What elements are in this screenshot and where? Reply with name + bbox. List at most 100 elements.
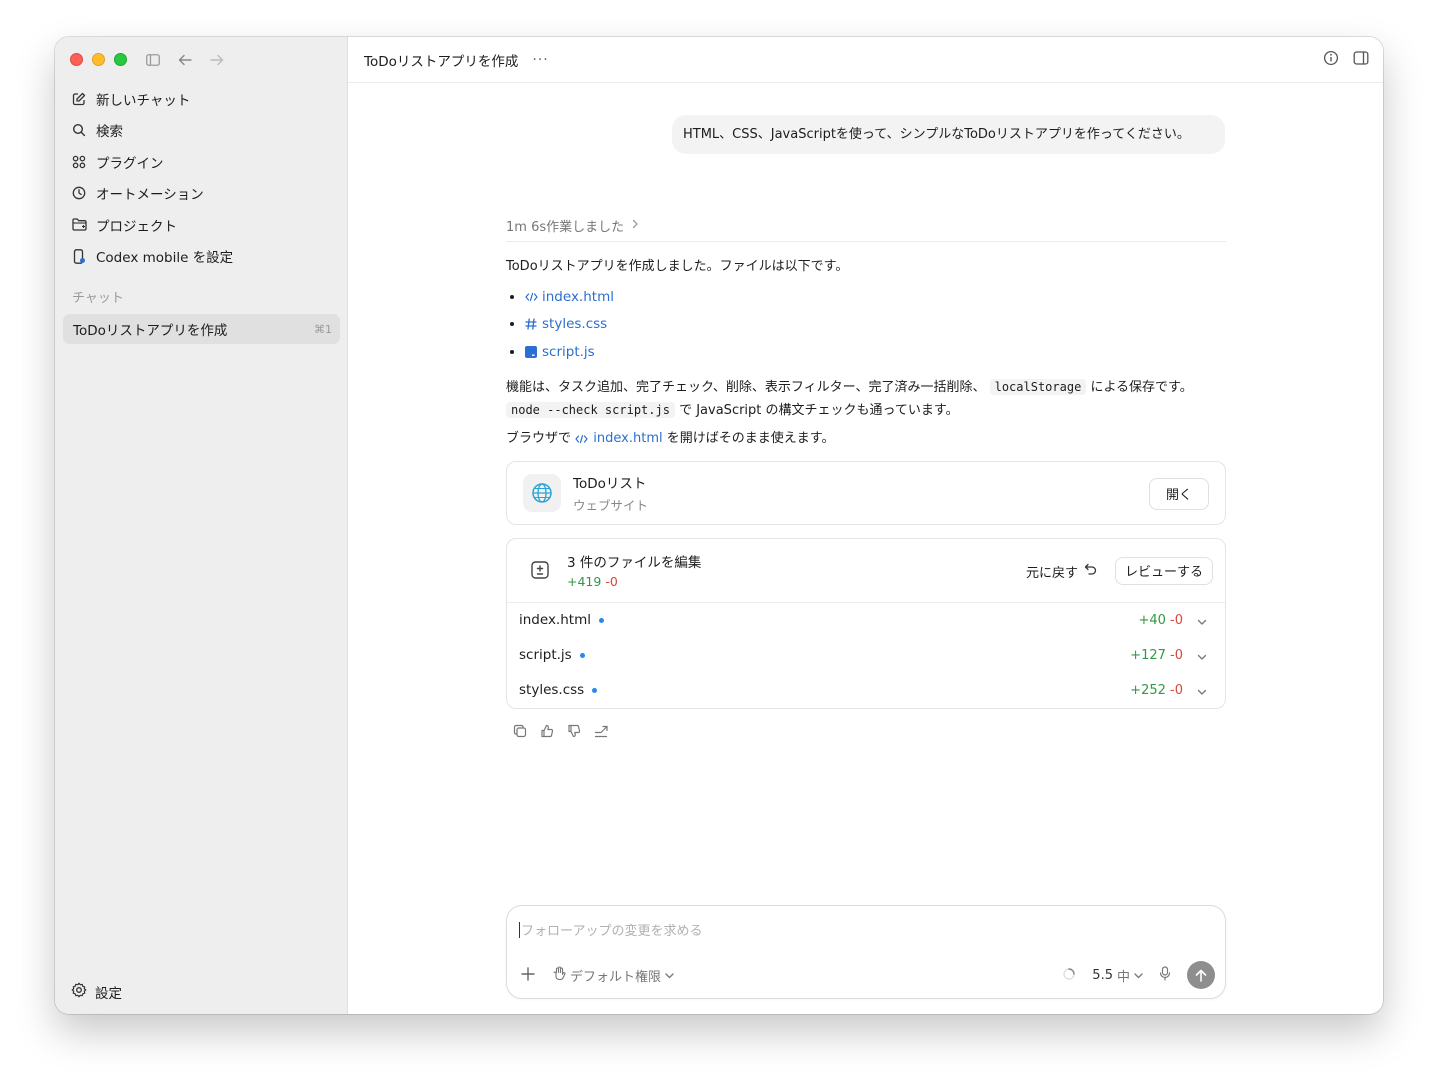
additions-count: +127 [1130, 647, 1166, 663]
clock-icon [71, 185, 87, 201]
js-icon [524, 345, 538, 359]
composer-right-controls: 5.5 中 [1062, 961, 1215, 989]
sidebar-item-label: 新しいチャット [96, 92, 191, 109]
open-preview-button[interactable]: 開く [1149, 477, 1209, 510]
arrow-up-icon [1195, 969, 1207, 982]
chevron-down-icon[interactable] [1197, 649, 1207, 665]
table-row[interactable]: styles.css +252 -0 [507, 673, 1225, 708]
open-hint-text: ブラウザで [506, 430, 572, 446]
chevron-right-icon [632, 218, 639, 233]
chevron-down-icon [665, 968, 674, 983]
features-text: 機能は、タスク追加、完了チェック、削除、表示フィルター、完了済み一括削除、 [506, 379, 986, 395]
thumbs-down-icon[interactable] [566, 723, 582, 739]
edited-file-name: index.html [519, 612, 591, 628]
review-button[interactable]: レビューする [1115, 556, 1213, 585]
bullet [510, 322, 514, 327]
model-version: 5.5 [1092, 967, 1113, 983]
chat-title: ToDoリストアプリを作成 [73, 323, 228, 339]
plugins-icon [71, 154, 87, 170]
html-icon [575, 434, 589, 448]
sidebar-item-codex-mobile[interactable]: Codex mobile を設定 [63, 241, 339, 273]
response-open-hint: ブラウザで index.html を開けばそのまま使えます。 [506, 428, 1226, 449]
file-diff-stats: +40 -0 [1138, 613, 1183, 628]
sidebar-item-new-chat[interactable]: 新しいチャット [63, 83, 339, 115]
unsaved-dot [598, 617, 604, 623]
panel-toggle-icon[interactable] [1353, 50, 1369, 70]
list-item: index.html [506, 283, 1226, 311]
back-arrow-icon[interactable] [175, 50, 195, 70]
chat-shortcut: ⌘1 [314, 322, 332, 336]
file-link-index-html[interactable]: index.html [542, 289, 614, 305]
model-selector[interactable]: 5.5 中 [1092, 966, 1143, 985]
inline-code-localstorage: localStorage [989, 378, 1087, 395]
thumbs-up-icon[interactable] [539, 723, 555, 739]
message-actions [506, 723, 1226, 739]
chevron-down-icon[interactable] [1197, 684, 1207, 700]
forward-arrow-icon[interactable] [207, 50, 227, 70]
additions-count: +252 [1130, 682, 1166, 698]
sidebar: 新しいチャット 検索 プラグイン オートメーション プロジェクト Codex m… [55, 37, 348, 1014]
file-link-styles-css[interactable]: styles.css [542, 316, 607, 332]
plus-icon[interactable] [521, 966, 535, 985]
send-button[interactable] [1187, 961, 1215, 989]
gear-icon [71, 982, 87, 1002]
list-item: styles.css [506, 311, 1226, 339]
table-row[interactable]: script.js +127 -0 [507, 638, 1225, 673]
file-link-index-html-inline[interactable]: index.html [593, 431, 662, 446]
reasoning-effort: 中 [1116, 969, 1130, 985]
undo-label: 元に戻す [1025, 565, 1078, 581]
file-link-script-js[interactable]: script.js [542, 344, 595, 360]
zoom-window-button[interactable] [114, 53, 127, 66]
app-window: 新しいチャット 検索 プラグイン オートメーション プロジェクト Codex m… [55, 37, 1383, 1014]
sidebar-item-label: Codex mobile を設定 [96, 250, 234, 267]
composer: フォローアップの変更を求める デフォルト権限 5.5 中 [506, 905, 1226, 999]
deletions-count: -0 [1170, 647, 1183, 663]
search-icon [71, 122, 87, 138]
sidebar-toggle-icon[interactable] [143, 50, 163, 70]
assistant-response: 1m 6s作業しました ToDoリストアプリを作成しました。ファイルは以下です。… [506, 213, 1226, 739]
phone-icon [71, 248, 87, 264]
hash-icon [524, 317, 538, 331]
new-chat-icon [71, 91, 87, 107]
user-message-bubble: HTML、CSS、JavaScriptを使って、シンプルなToDoリストアプリを… [672, 115, 1225, 154]
undo-button[interactable]: 元に戻す [1026, 562, 1097, 581]
close-window-button[interactable] [70, 53, 83, 66]
sidebar-item-automation[interactable]: オートメーション [63, 178, 339, 210]
settings-label: 設定 [95, 986, 122, 1002]
permission-dropdown[interactable]: デフォルト権限 [553, 966, 674, 985]
bullet [510, 349, 514, 354]
sidebar-item-projects[interactable]: プロジェクト [63, 209, 339, 241]
website-preview-card: ToDoリスト ウェブサイト 開く [506, 460, 1226, 525]
more-options-button[interactable]: ··· [532, 52, 548, 68]
edited-files-summary: 3 件のファイルを編集 +419 -0 [567, 551, 701, 589]
sidebar-item-label: プラグイン [96, 155, 164, 172]
sidebar-item-search[interactable]: 検索 [63, 115, 339, 147]
share-icon[interactable] [593, 723, 609, 739]
work-duration-toggle[interactable]: 1m 6s作業しました [506, 213, 1226, 237]
folder-icon [71, 217, 87, 233]
minimize-window-button[interactable] [92, 53, 105, 66]
sidebar-chat-item[interactable]: ToDoリストアプリを作成 ⌘1 [63, 314, 340, 344]
table-row[interactable]: index.html +40 -0 [507, 603, 1225, 638]
open-hint-text-end: を開けばそのまま使えます。 [666, 430, 835, 446]
preview-subtitle: ウェブサイト [573, 497, 649, 513]
info-icon[interactable] [1323, 50, 1339, 70]
file-list: index.html styles.css script.js [506, 283, 1226, 366]
settings-button[interactable]: 設定 [71, 982, 122, 1002]
preview-title: ToDoリスト [573, 475, 647, 492]
diff-file-icon [527, 557, 553, 583]
sidebar-item-label: 検索 [96, 124, 123, 141]
microphone-icon[interactable] [1159, 965, 1171, 985]
chevron-down-icon[interactable] [1197, 614, 1207, 630]
copy-icon[interactable] [512, 723, 528, 739]
features-text-end: による保存です。 [1090, 379, 1193, 395]
additions-count: +419 [567, 574, 602, 589]
topbar: ToDoリストアプリを作成 ··· [348, 37, 1383, 83]
deletions-count: -0 [1170, 612, 1183, 628]
unsaved-dot [592, 687, 598, 693]
sidebar-item-label: プロジェクト [96, 218, 177, 235]
response-intro: ToDoリストアプリを作成しました。ファイルは以下です。 [506, 259, 849, 274]
toolbar-icons [143, 50, 227, 70]
sidebar-item-plugins[interactable]: プラグイン [63, 146, 339, 178]
followup-input[interactable]: フォローアップの変更を求める [519, 920, 702, 939]
